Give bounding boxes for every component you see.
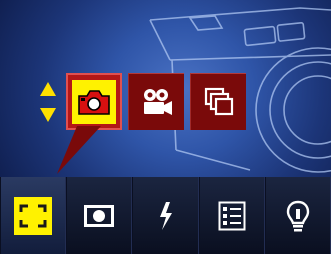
mode-tile-movie[interactable] — [128, 73, 184, 130]
lightning-icon — [159, 201, 172, 230]
bar-item-flash[interactable] — [132, 177, 199, 254]
lightbulb-icon — [286, 200, 310, 231]
bottom-function-bar — [0, 177, 331, 254]
bar-item-tips[interactable] — [264, 177, 331, 254]
metering-icon — [84, 204, 115, 227]
bar-item-metering[interactable] — [66, 177, 133, 254]
mode-scroll-arrows[interactable] — [38, 80, 58, 124]
focus-brackets-icon — [19, 204, 47, 227]
menu-list-icon — [218, 201, 246, 230]
bar-item-focus-area[interactable] — [0, 177, 67, 254]
stacked-frames-icon — [204, 87, 233, 116]
camera-menu-screen — [0, 0, 331, 254]
mode-tile-multi-shot[interactable] — [190, 73, 246, 130]
selection-pointer — [57, 126, 101, 174]
arrow-up-icon — [40, 82, 56, 96]
arrow-down-icon — [40, 108, 56, 122]
bar-item-menu[interactable] — [198, 177, 265, 254]
video-camera-icon — [143, 89, 172, 115]
mode-tile-still-photo[interactable] — [66, 73, 122, 130]
camera-icon — [78, 89, 110, 115]
